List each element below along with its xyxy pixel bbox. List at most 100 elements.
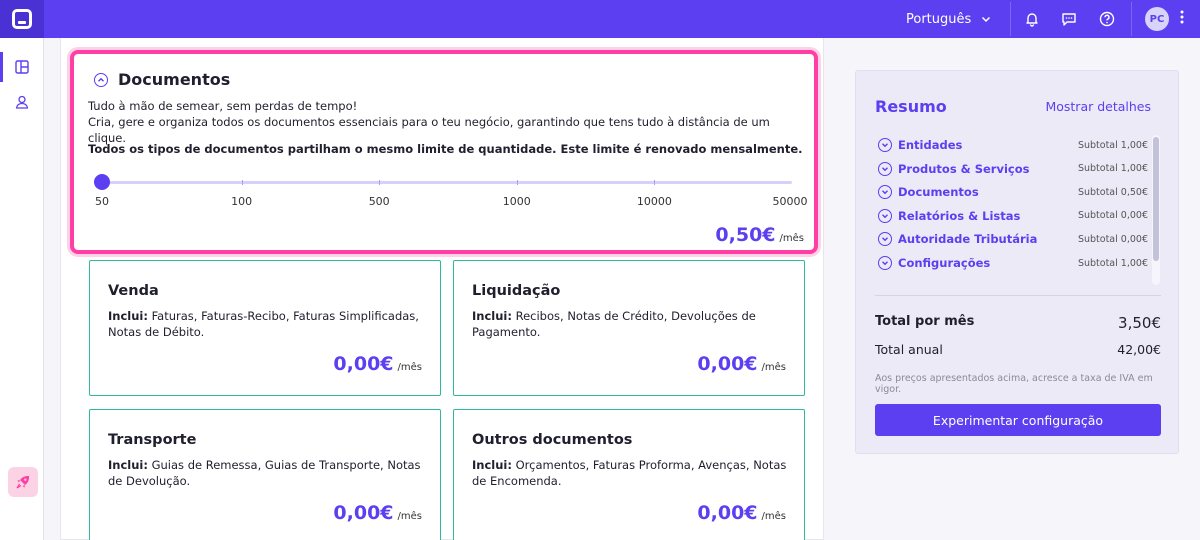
total-year-label: Total anual: [875, 342, 943, 357]
subcard-includes: Inclui: Orçamentos, Faturas Proforma, Av…: [472, 457, 792, 489]
summary-item-label: Produtos & Serviços: [898, 161, 1030, 176]
slider-stop-label[interactable]: 1000: [503, 195, 531, 208]
includes-label: Inclui:: [472, 458, 512, 472]
try-configuration-button[interactable]: Experimentar configuração: [875, 404, 1161, 436]
topbar-divider: [1010, 2, 1011, 36]
includes-text: Recibos, Notas de Crédito, Devoluções de…: [472, 309, 756, 339]
chevron-down-icon[interactable]: [878, 232, 892, 247]
chevron-up-icon[interactable]: [94, 72, 108, 87]
summary-item[interactable]: Configurações Subtotal 1,00€: [878, 253, 1148, 273]
summary-item-label: Configurações: [898, 256, 991, 270]
total-month-value: 3,50€: [1118, 314, 1161, 332]
summary-item-subtotal: Subtotal 1,00€: [1077, 257, 1148, 269]
logo-icon: [12, 9, 32, 29]
chat-icon: [1062, 13, 1076, 26]
avatar[interactable]: PC: [1145, 7, 1169, 31]
chevron-down-icon[interactable]: [878, 161, 892, 176]
user-icon: [15, 95, 29, 109]
quantity-slider-track[interactable]: [104, 181, 792, 184]
summary-item-label: Relatórios & Listas: [898, 208, 1021, 223]
subcard-price: 0,00€ /mês: [697, 502, 786, 524]
rocket-icon: [16, 475, 30, 489]
price-value: 0,00€: [697, 353, 758, 375]
kebab-icon: [1180, 10, 1184, 24]
chevron-down-icon[interactable]: [878, 185, 892, 200]
documentos-description: Tudo à mão de semear, sem perdas de temp…: [88, 98, 808, 146]
documentos-title: Documentos: [118, 70, 231, 89]
summary-item[interactable]: Autoridade Tributária Subtotal 0,00€: [878, 229, 1148, 249]
summary-scrollbar[interactable]: [1152, 135, 1160, 285]
slider-tick: [241, 180, 243, 185]
subcard-title: Outros documentos: [472, 432, 633, 448]
chevron-down-icon[interactable]: [878, 138, 892, 152]
chevron-down-icon: [982, 16, 991, 23]
messages-button[interactable]: [1058, 8, 1080, 30]
summary-item-subtotal: Subtotal 0,00€: [1077, 233, 1148, 245]
price-unit: /mês: [761, 362, 786, 373]
slider-stop-label[interactable]: 10000: [637, 195, 672, 208]
bell-icon: [1026, 13, 1038, 27]
scrollbar-thumb[interactable]: [1153, 137, 1159, 261]
documentos-price: 0,50€ /mês: [715, 224, 804, 246]
help-icon: [1099, 11, 1115, 27]
subcard-includes: Inclui: Recibos, Notas de Crédito, Devol…: [472, 308, 792, 340]
includes-text: Faturas, Faturas-Recibo, Faturas Simplif…: [108, 309, 419, 339]
rocket-button[interactable]: [8, 467, 38, 497]
description-line: Tudo à mão de semear, sem perdas de temp…: [88, 99, 358, 113]
summary-item-subtotal: Subtotal 1,00€: [1077, 139, 1148, 151]
quantity-slider-thumb[interactable]: [94, 174, 110, 190]
sidebar-item-layout[interactable]: [0, 52, 44, 82]
subcard-price: 0,00€ /mês: [697, 353, 786, 375]
slider-stop-label[interactable]: 500: [369, 195, 390, 208]
includes-label: Inclui:: [108, 458, 148, 472]
subcard-title: Transporte: [108, 432, 197, 448]
price-unit: /mês: [397, 362, 422, 373]
summary-item-subtotal: Subtotal 0,00€: [1077, 210, 1148, 222]
total-month-row: Total por mês 3,50€: [875, 314, 1161, 332]
summary-item-subtotal: Subtotal 0,50€: [1077, 186, 1148, 198]
summary-item[interactable]: Relatórios & Listas Subtotal 0,00€: [878, 206, 1148, 226]
summary-item[interactable]: Documentos Subtotal 0,50€: [878, 182, 1148, 202]
chevron-down-icon[interactable]: [878, 256, 892, 270]
slider-stop-label[interactable]: 50000: [773, 195, 808, 208]
documentos-header[interactable]: Documentos: [94, 70, 230, 89]
includes-text: Orçamentos, Faturas Proforma, Avenças, N…: [472, 458, 787, 488]
chevron-down-icon[interactable]: [878, 208, 892, 223]
summary-item[interactable]: Produtos & Serviços Subtotal 1,00€: [878, 159, 1148, 179]
summary-item-label: Documentos: [898, 185, 979, 200]
sidebar-item-user[interactable]: [0, 87, 44, 117]
slider-stop-label[interactable]: 100: [231, 195, 252, 208]
language-selector[interactable]: Português: [906, 0, 991, 38]
slider-tick: [379, 180, 381, 185]
slider-tick: [516, 180, 518, 185]
top-bar: Português PC: [0, 0, 1200, 38]
subcard-includes: Inclui: Faturas, Faturas-Recibo, Faturas…: [108, 308, 428, 340]
price-unit: /mês: [761, 511, 786, 522]
vat-note: Aos preços apresentados acima, acresce a…: [875, 373, 1153, 395]
show-details-link[interactable]: Mostrar detalhes: [1045, 99, 1151, 114]
includes-label: Inclui:: [472, 309, 512, 323]
app-logo[interactable]: [0, 0, 44, 38]
slider-stop-label[interactable]: 50: [95, 195, 109, 208]
includes-label: Inclui:: [108, 309, 148, 323]
price-value: 0,00€: [333, 353, 394, 375]
total-month-label: Total por mês: [875, 314, 975, 329]
more-menu-button[interactable]: [1178, 10, 1186, 24]
subcard-venda: Venda Inclui: Faturas, Faturas-Recibo, F…: [89, 260, 441, 396]
subcard-includes: Inclui: Guias de Remessa, Guias de Trans…: [108, 457, 428, 489]
summary-divider: [875, 295, 1161, 296]
subcard-title: Venda: [108, 283, 159, 299]
summary-panel: Resumo Mostrar detalhes Entidades Subtota…: [855, 70, 1179, 454]
notifications-button[interactable]: [1021, 8, 1043, 30]
subcard-price: 0,00€ /mês: [333, 502, 422, 524]
help-button[interactable]: [1096, 8, 1118, 30]
language-label: Português: [906, 11, 972, 27]
includes-text: Guias de Remessa, Guias de Transporte, N…: [108, 458, 421, 488]
summary-item[interactable]: Entidades Subtotal 1,00€: [878, 135, 1148, 155]
summary-item-label: Autoridade Tributária: [898, 232, 1038, 247]
summary-item-subtotal: Subtotal 1,00€: [1077, 163, 1148, 175]
price-value: 0,00€: [333, 502, 394, 524]
limit-note: Todos os tipos de documentos partilham o…: [88, 142, 803, 156]
topbar-divider: [1131, 2, 1132, 36]
slider-tick: [654, 180, 656, 185]
